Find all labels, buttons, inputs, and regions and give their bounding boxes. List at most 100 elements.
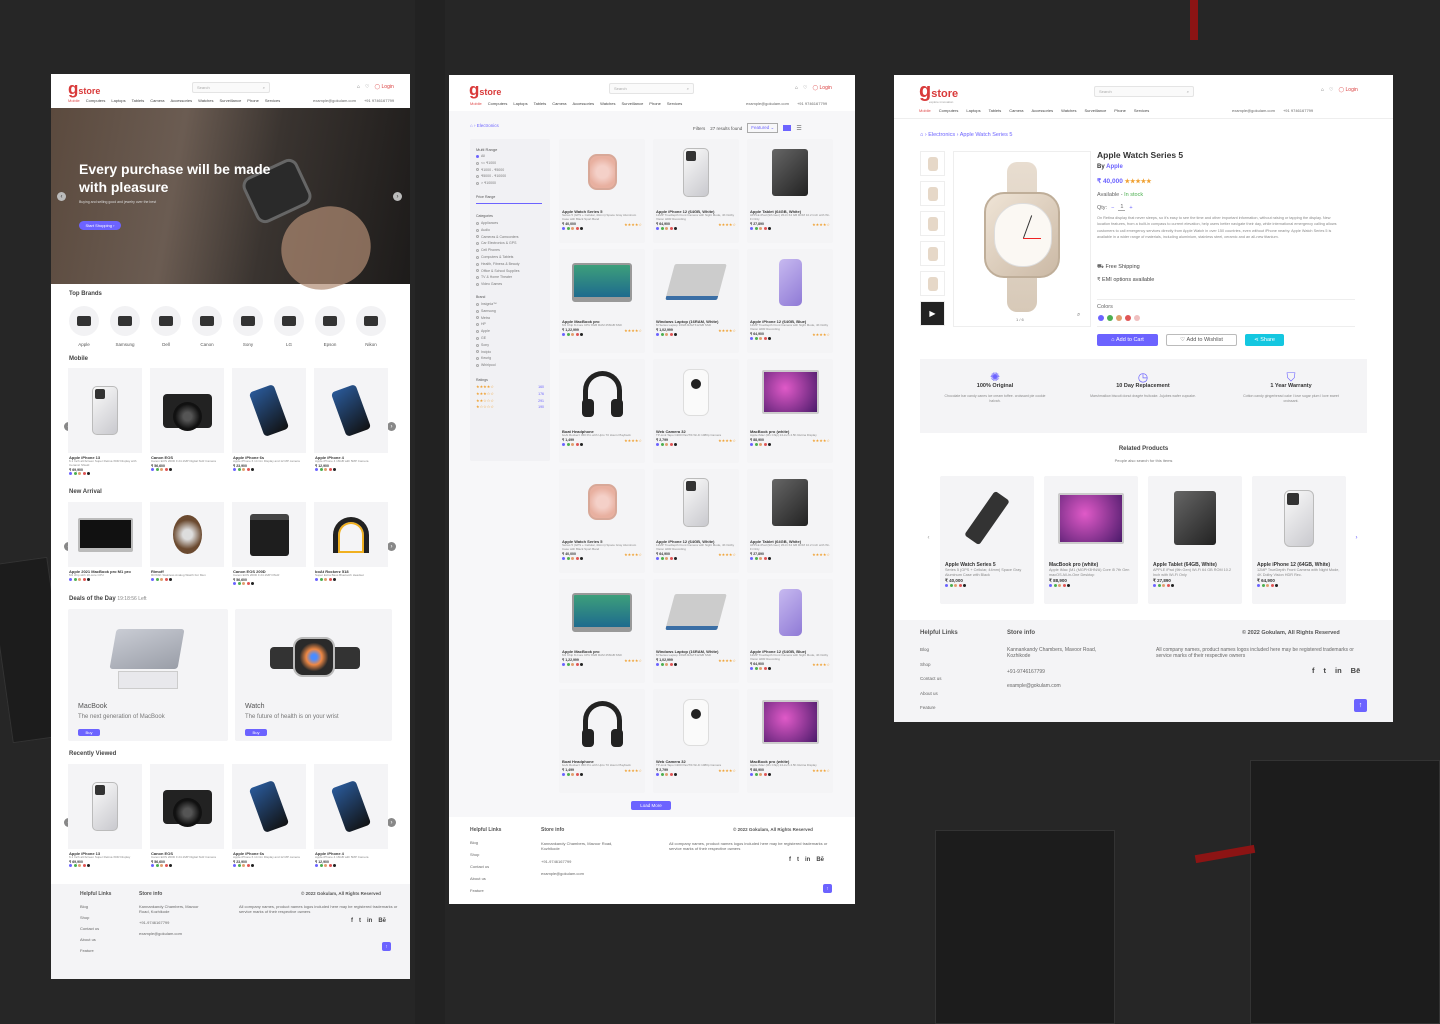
price-slider[interactable] [476, 203, 542, 204]
nav-item[interactable]: Watches [600, 101, 615, 106]
color-dot[interactable] [87, 577, 90, 581]
scroll-top-button[interactable]: ↑ [1354, 699, 1367, 712]
filter-option[interactable]: Audio [476, 227, 520, 234]
footer-link[interactable]: Shop [470, 849, 489, 861]
color-dot[interactable] [768, 556, 771, 560]
buy-button[interactable]: Buy [245, 729, 267, 736]
brand-item[interactable]: Canon [191, 306, 223, 347]
logo[interactable]: gstore [68, 80, 100, 98]
color-dot[interactable] [763, 336, 767, 340]
color-dot[interactable] [151, 577, 154, 581]
related-product-card[interactable]: Apple Watch Series 5 Series 5 (GPS + Cel… [940, 476, 1034, 604]
row-next-arrow[interactable]: › [387, 818, 396, 827]
color-dot[interactable] [562, 226, 565, 230]
color-dot[interactable] [233, 467, 236, 471]
color-dot[interactable] [759, 442, 762, 446]
brand-item[interactable]: Dell [150, 306, 182, 347]
rating-option[interactable]: ★☆☆☆☆ 190 [476, 404, 544, 411]
product-card[interactable]: Apple 2021 MacBook pro M1 pro M1 chip wi… [68, 502, 142, 592]
filter-option[interactable]: Computers & Tablets [476, 254, 520, 261]
nav-item[interactable]: Surveillance [622, 101, 644, 106]
color-dot[interactable] [958, 583, 962, 587]
color-dot[interactable] [169, 577, 172, 581]
filter-option[interactable]: HP [476, 321, 497, 328]
color-dot[interactable] [164, 577, 168, 581]
color-dot[interactable] [945, 583, 948, 587]
nav-item[interactable]: Phone [649, 101, 661, 106]
qty-value[interactable]: 1 [1118, 204, 1126, 211]
footer-link[interactable]: Blog [80, 901, 99, 912]
nav-item[interactable]: Laptops [111, 98, 125, 103]
color-dot[interactable] [160, 863, 163, 867]
linkedin-icon[interactable]: in [367, 918, 372, 924]
color-dot[interactable] [315, 467, 318, 471]
product-card[interactable]: boAt Rockerz 518 Super Extra Bass Blueto… [314, 502, 388, 592]
color-dot[interactable] [1166, 583, 1170, 587]
color-swatch[interactable] [1098, 315, 1104, 321]
color-dot[interactable] [164, 467, 168, 471]
color-dot[interactable] [87, 863, 90, 867]
color-dot[interactable] [82, 471, 86, 475]
color-dot[interactable] [571, 662, 574, 666]
color-dot[interactable] [580, 332, 583, 336]
color-dot[interactable] [1270, 583, 1274, 587]
color-dot[interactable] [160, 577, 163, 581]
color-dot[interactable] [759, 556, 762, 560]
color-dot[interactable] [669, 226, 673, 230]
linkedin-icon[interactable]: in [805, 857, 810, 863]
hero-prev-arrow[interactable]: ‹ [57, 192, 66, 201]
nav-item[interactable]: Laptops [513, 101, 527, 106]
product-card[interactable]: Apple iPhone 13 6.1 Inch all-Screen Supe… [68, 368, 142, 486]
footer-link[interactable]: Feature [470, 885, 489, 897]
product-card[interactable]: Apple iPhone 12 (64GB, Blue) 12MP TrueDe… [747, 579, 833, 683]
color-dot[interactable] [237, 467, 241, 471]
color-dot[interactable] [669, 442, 673, 446]
nav-item[interactable]: Computers [939, 108, 959, 113]
filter-option[interactable]: <= ₹1000 [476, 160, 506, 167]
twitter-icon[interactable]: t [797, 857, 799, 863]
product-card[interactable]: Apple iPhone 6s Apple iPhone 6 14 Cm Dis… [232, 764, 306, 882]
color-dot[interactable] [251, 467, 254, 471]
breadcrumb-item[interactable]: Electronics [477, 123, 499, 128]
zoom-icon[interactable]: ⌕ [1077, 312, 1080, 319]
filter-option[interactable]: Incipio [476, 349, 497, 356]
qty-decrease[interactable]: − [1111, 205, 1114, 211]
color-dot[interactable] [69, 471, 72, 475]
color-dot[interactable] [1053, 583, 1057, 587]
color-dot[interactable] [69, 577, 72, 581]
color-dot[interactable] [242, 581, 245, 585]
color-dot[interactable] [660, 556, 664, 560]
color-dot[interactable] [580, 772, 583, 776]
color-dot[interactable] [580, 662, 583, 666]
color-dot[interactable] [656, 332, 659, 336]
color-dot[interactable] [674, 226, 677, 230]
facebook-icon[interactable]: f [1312, 666, 1315, 675]
color-dot[interactable] [155, 467, 159, 471]
color-dot[interactable] [562, 556, 565, 560]
behance-icon[interactable]: Bē [1351, 666, 1361, 675]
color-dot[interactable] [242, 863, 245, 867]
deal-card-watch[interactable]: Watch The future of health is on your wr… [235, 609, 392, 741]
product-card[interactable]: Boat Headphone boAt Rockerz 450 Pro with… [559, 689, 645, 793]
color-dot[interactable] [1261, 583, 1265, 587]
filter-option[interactable]: > ₹10000 [476, 180, 506, 187]
color-dot[interactable] [669, 332, 673, 336]
color-dot[interactable] [315, 863, 318, 867]
color-dot[interactable] [750, 336, 753, 340]
nav-item[interactable]: Accessories [573, 101, 595, 106]
color-dot[interactable] [233, 581, 236, 585]
color-dot[interactable] [246, 467, 250, 471]
thumbnail[interactable] [920, 241, 945, 266]
color-dot[interactable] [763, 442, 767, 446]
color-dot[interactable] [575, 556, 579, 560]
color-dot[interactable] [665, 662, 668, 666]
filter-option[interactable]: Cell Phones [476, 247, 520, 254]
product-card[interactable]: Boat Headphone boAt Rockerz 450 Pro with… [559, 359, 645, 463]
footer-link[interactable]: Blog [470, 837, 489, 849]
breadcrumb-item[interactable]: Apple Watch Series 5 [960, 132, 1013, 138]
nav-item[interactable]: Camera [552, 101, 566, 106]
color-dot[interactable] [768, 336, 771, 340]
related-product-card[interactable]: Apple Tablet (64GB, White) APPLE iPad (9… [1148, 476, 1242, 604]
color-dot[interactable] [1062, 583, 1066, 587]
twitter-icon[interactable]: t [359, 918, 361, 924]
